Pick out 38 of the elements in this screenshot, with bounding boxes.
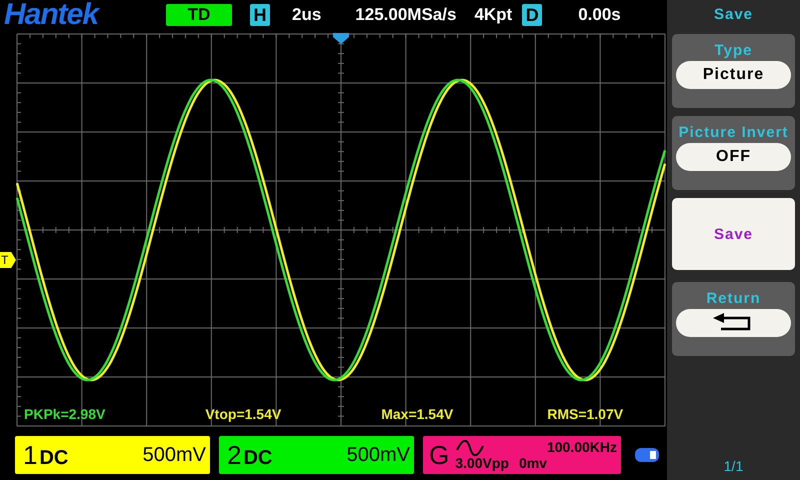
trigger-level-marker: T <box>0 252 16 268</box>
generator-frequency: 100.00KHz <box>546 440 617 455</box>
generator-amplitude: 3.00Vpp <box>455 456 509 470</box>
generator-label: G <box>429 440 450 470</box>
channel-indicator[interactable]: 2DC 500mV <box>219 436 414 474</box>
save-button[interactable]: Save <box>672 198 795 270</box>
memory-depth: 4Kpt <box>474 5 512 25</box>
sine-wave-icon <box>455 440 486 456</box>
timebase-value: 2us <box>292 5 322 25</box>
channel-indicator[interactable]: 1DC 500mV <box>15 436 210 474</box>
delay-value: 0.00s <box>578 5 621 25</box>
menu-title: Save <box>714 6 754 25</box>
volts-per-division: 500mV <box>142 444 206 466</box>
option-label: Type <box>714 42 752 59</box>
measurement-readout: RMS=1.07V <box>547 406 624 422</box>
option-label: Return <box>706 290 761 307</box>
brand-logo: Hantek <box>4 0 101 30</box>
generator-offset: 0mv <box>518 456 547 470</box>
device-icon <box>634 446 660 464</box>
option-value-button[interactable]: Picture <box>676 61 791 89</box>
option-label: Picture Invert <box>678 124 788 141</box>
mode-label: TD <box>166 4 232 26</box>
page-indicator: 1/1 <box>724 458 744 474</box>
delay-label: D <box>522 4 542 26</box>
option-value-button[interactable]: OFF <box>676 143 791 171</box>
sample-rate: 125.00MSa/s <box>355 5 456 25</box>
measurement-readout: Vtop=1.54V <box>205 406 282 422</box>
generator-indicator[interactable]: G 100.00KHz 3.00Vpp 0mv <box>423 436 621 474</box>
return-button[interactable] <box>676 309 791 337</box>
horizontal-label: H <box>250 4 270 26</box>
measurement-readout: Max=1.54V <box>381 406 454 422</box>
volts-per-division: 500mV <box>346 444 410 466</box>
channel-number: 2 <box>227 440 242 470</box>
measurement-readout: PKPk=2.98V <box>24 406 106 422</box>
coupling-label: DC <box>39 446 68 468</box>
channel-number: 1 <box>23 440 38 470</box>
trigger-position-icon <box>333 33 349 44</box>
coupling-label: DC <box>243 446 272 468</box>
